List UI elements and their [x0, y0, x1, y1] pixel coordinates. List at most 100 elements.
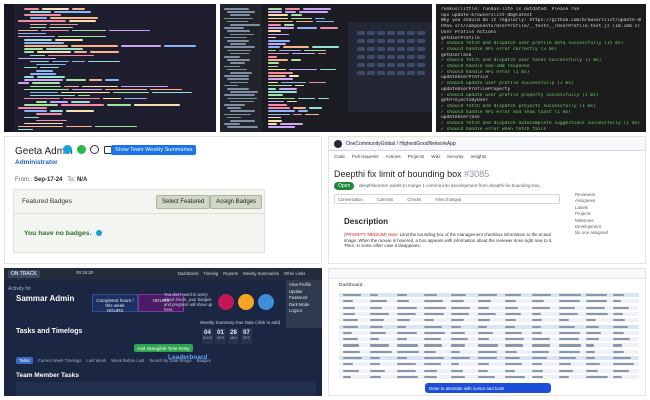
- table-cell: [397, 350, 419, 353]
- code-token: [89, 79, 103, 81]
- timelog-tab[interactable]: Last Week: [86, 358, 106, 363]
- table-cell: [505, 331, 522, 334]
- code-token: [69, 20, 96, 22]
- repo-tab-actions[interactable]: Actions: [386, 154, 401, 159]
- table-cell: [343, 294, 361, 297]
- table-cell: [613, 350, 624, 353]
- table-row[interactable]: [339, 343, 639, 348]
- table-row[interactable]: [339, 311, 639, 316]
- table-cell: [478, 306, 489, 309]
- nav-item[interactable]: Timelog: [204, 271, 219, 276]
- table-row[interactable]: [339, 299, 639, 304]
- show-team-summaries-button[interactable]: Show Team Weekly Summaries: [111, 145, 197, 155]
- repo-tab-projects[interactable]: Projects: [408, 154, 425, 159]
- code-token: [37, 76, 66, 78]
- code-token: [268, 126, 296, 128]
- table-cell: [505, 357, 520, 360]
- table-row[interactable]: [339, 330, 639, 335]
- select-featured-button[interactable]: Select Featured: [156, 195, 211, 209]
- code-token: [36, 70, 53, 72]
- open-status-badge: Open: [334, 182, 355, 190]
- dropdown-item[interactable]: Update Password: [289, 289, 319, 302]
- badge-icon[interactable]: [258, 294, 274, 310]
- table-cell: [451, 312, 470, 316]
- info-icon[interactable]: [63, 145, 72, 154]
- table-cell: [532, 300, 545, 303]
- pr-subtab[interactable]: Checks: [407, 197, 421, 202]
- pr-subtab[interactable]: Conversation: [338, 197, 363, 202]
- nav-item[interactable]: Other Links: [284, 271, 305, 276]
- timelog-tab[interactable]: Tasks: [16, 357, 33, 364]
- code-token: [18, 29, 38, 32]
- nav-item[interactable]: Weekly Summaries: [243, 271, 279, 276]
- preview-cell: [367, 71, 375, 75]
- table-cell: [397, 300, 410, 303]
- repo-breadcrumb[interactable]: OneCommunityGlobal / HighestGoodNetworkA…: [346, 141, 456, 147]
- table-row[interactable]: [339, 293, 639, 297]
- add-intangible-button[interactable]: Add Intangible Time Entry: [134, 344, 193, 352]
- clock-icon[interactable]: [90, 145, 100, 154]
- to-label: To:: [67, 177, 76, 183]
- table-cell: [343, 350, 360, 353]
- pr-subtab[interactable]: Commits: [377, 197, 394, 202]
- repo-tab-pull-requests[interactable]: Pull requests: [352, 154, 379, 159]
- code-token: [315, 17, 325, 20]
- github-header: OneCommunityGlobal / HighestGoodNetworkA…: [329, 137, 645, 151]
- repo-tab-security[interactable]: Security: [447, 154, 464, 159]
- repo-tab-code[interactable]: Code: [334, 154, 345, 159]
- code-token: [268, 43, 286, 45]
- timelog-tab[interactable]: Current Week Timelogs: [38, 358, 82, 363]
- timelog-tab[interactable]: Week Before Last: [111, 358, 144, 363]
- table-row[interactable]: [339, 349, 639, 354]
- to-date: N/A: [76, 177, 88, 183]
- code-token: [94, 125, 137, 128]
- badge-icon[interactable]: [238, 294, 254, 310]
- table-cell: [559, 300, 580, 303]
- dropdown-item[interactable]: Logout: [289, 308, 319, 315]
- code-token: [30, 11, 52, 13]
- code-token: [290, 59, 301, 61]
- weekly-summary-label[interactable]: Weekly Summary Due Date (click to add): [200, 320, 280, 325]
- table-cell: [559, 350, 580, 353]
- github-logo-icon[interactable]: [334, 140, 342, 148]
- repo-tab-wiki[interactable]: Wiki: [431, 154, 440, 159]
- table-row[interactable]: [339, 337, 639, 342]
- code-token: [36, 63, 66, 66]
- code-token: [24, 14, 61, 16]
- preview-cell: [407, 55, 415, 59]
- table-row[interactable]: [339, 318, 639, 323]
- table-row[interactable]: [339, 368, 639, 373]
- badge-icon[interactable]: [218, 294, 234, 310]
- table-row[interactable]: [339, 305, 639, 310]
- code-token: [318, 52, 327, 55]
- assign-badges-button[interactable]: Assign Badges: [210, 195, 263, 209]
- table-cell: [343, 331, 353, 334]
- preview-cell: [397, 47, 405, 51]
- table-row[interactable]: [339, 362, 639, 367]
- table-cell: [586, 363, 601, 366]
- table-row[interactable]: [339, 356, 639, 360]
- no-badges-text: You have no badges.: [24, 230, 92, 237]
- annotation-dock[interactable]: Done to annotate with cursor and tools: [425, 383, 551, 393]
- app-logo[interactable]: ON TRACK: [8, 270, 40, 278]
- countdown-box: 28 MIN: [228, 328, 239, 344]
- table-cell: [451, 375, 465, 379]
- dropdown-item[interactable]: View Profile: [289, 282, 319, 289]
- preview-cell: [357, 71, 365, 75]
- code-token: [149, 88, 182, 91]
- code-token: [286, 100, 297, 103]
- table-row[interactable]: [339, 324, 639, 329]
- nav-item[interactable]: Dashboard: [178, 271, 199, 276]
- code-token: [103, 97, 122, 100]
- table-cell: [559, 357, 577, 360]
- dropdown-item[interactable]: Dark Mode: [289, 302, 319, 309]
- info-icon[interactable]: [96, 230, 103, 237]
- code-token: [78, 94, 91, 97]
- nav-item[interactable]: Reports: [223, 271, 238, 276]
- table-cell: [478, 338, 489, 341]
- table-row[interactable]: [339, 374, 639, 379]
- explorer-entry: [224, 17, 253, 20]
- pr-subtab[interactable]: Files changed: [435, 197, 461, 202]
- table-cell: [613, 363, 634, 366]
- repo-tab-insights[interactable]: Insights: [471, 154, 487, 159]
